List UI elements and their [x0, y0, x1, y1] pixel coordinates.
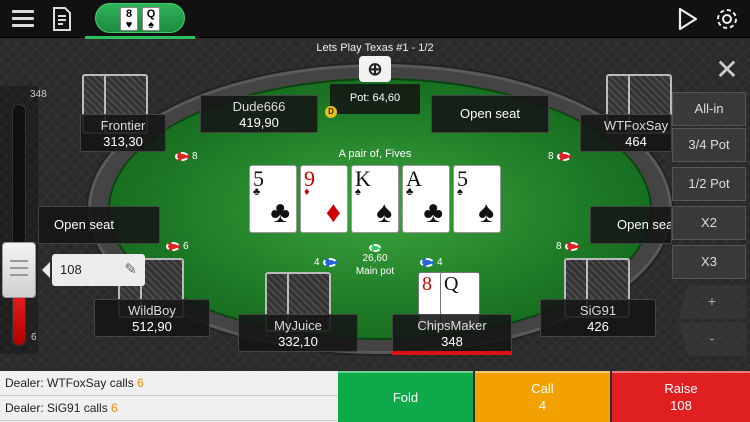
all-in-button[interactable]: All-in: [672, 92, 746, 126]
bet-chipsmaker: 4: [420, 257, 443, 268]
poker-app: 8 ♥ Q ♠ Lets Play Texas #1 - 1/2 ⊕ Pot: 64…: [0, 0, 750, 422]
call-amount: 4: [538, 398, 547, 413]
seat-dude666[interactable]: Dude666 419,90: [200, 95, 318, 133]
card-suit: ♦: [304, 186, 310, 198]
pot-display: Pot: 64,60: [330, 84, 420, 114]
hero-timer-bar: [392, 351, 512, 355]
gear-icon[interactable]: [714, 6, 740, 32]
player-stack: 512,90: [132, 319, 172, 334]
player-stack: 464: [625, 134, 647, 149]
main-pot: 26,60 Main pot: [340, 244, 410, 278]
seat-myjuice[interactable]: MyJuice 332,10: [238, 314, 358, 352]
card-suit: ♣: [406, 186, 414, 198]
fold-button[interactable]: Fold: [338, 371, 473, 422]
increase-bet-button[interactable]: +: [678, 285, 746, 319]
chip-icon: [564, 242, 579, 251]
bet-myjuice: 4: [314, 257, 337, 268]
main-pot-amount: 26,60: [362, 253, 388, 264]
player-name: Dude666: [232, 99, 286, 114]
player-name: SiG91: [579, 303, 617, 318]
player-name: WTFoxSay: [603, 118, 669, 133]
slider-min: 6: [31, 332, 37, 343]
board-card: K ♠ ♠: [351, 165, 399, 233]
call-button[interactable]: Call 4: [475, 371, 610, 422]
bet-frontier: 8: [175, 151, 198, 162]
bet-right: 8: [556, 241, 579, 252]
tab-card: Q ♠: [142, 7, 160, 31]
slider-max: 348: [30, 89, 47, 100]
seat-sig91[interactable]: SiG91 426: [540, 299, 656, 337]
table-tab[interactable]: 8 ♥ Q ♠: [95, 3, 185, 33]
board-card: 5 ♣ ♣: [249, 165, 297, 233]
player-name: MyJuice: [274, 318, 322, 333]
raise-amount-value: 108: [60, 262, 82, 277]
chip-icon: [556, 152, 571, 161]
open-seat-right[interactable]: Open seat: [590, 206, 672, 244]
card-suit: ♣: [423, 196, 443, 229]
three-quarter-pot-button[interactable]: 3/4 Pot: [672, 128, 746, 162]
bet-left: 6: [166, 241, 189, 252]
seat-chipsmaker[interactable]: ChipsMaker 348: [392, 314, 512, 352]
pot-chip-icon: [369, 244, 381, 252]
dealer-button: D: [325, 106, 337, 118]
player-name: Frontier: [100, 118, 146, 133]
log-line: Dealer: SiG91 calls 6: [0, 396, 338, 421]
tab-card: 8 ♥: [120, 7, 138, 31]
card-suit: ♠: [376, 196, 392, 229]
play-icon[interactable]: [674, 6, 700, 32]
player-name: WildBoy: [128, 303, 176, 318]
player-stack: 348: [441, 334, 463, 349]
card-suit: ♠: [355, 186, 361, 198]
tab-active-indicator: [85, 36, 195, 39]
bet-slider[interactable]: [12, 104, 26, 346]
player-name: ChipsMaker: [417, 318, 487, 333]
board-card: 9 ♦ ♦: [300, 165, 348, 233]
raise-label: Raise: [664, 381, 698, 396]
call-label: Call: [531, 381, 554, 396]
add-chips-icon[interactable]: ⊕: [359, 56, 391, 82]
raise-amount: 108: [670, 398, 692, 413]
pencil-icon[interactable]: ✎: [124, 260, 137, 278]
hamburger-menu-icon[interactable]: [10, 6, 36, 32]
x3-button[interactable]: X3: [672, 245, 746, 279]
log-line: Dealer: WTFoxSay calls 6: [0, 371, 338, 396]
card-suit: ♣: [270, 196, 290, 229]
chip-icon: [322, 258, 337, 267]
card-suit: ♠: [457, 186, 463, 198]
raise-amount-input[interactable]: 108 ✎: [42, 254, 145, 286]
board-card: 5 ♠ ♠: [453, 165, 501, 233]
decrease-bet-button[interactable]: -: [678, 322, 746, 356]
hand-history-icon[interactable]: [50, 6, 76, 32]
open-seat-left[interactable]: Open seat: [38, 206, 160, 244]
chip-icon: [166, 242, 180, 251]
chip-icon: [175, 152, 189, 161]
table-name: Lets Play Texas #1 - 1/2: [316, 42, 434, 54]
card-suit: ♣: [253, 186, 261, 198]
x2-button[interactable]: X2: [672, 206, 746, 240]
seat-wildboy[interactable]: WildBoy 512,90: [94, 299, 210, 337]
bet-wtfoxsay: 8: [548, 151, 571, 162]
close-icon[interactable]: ✕: [710, 56, 744, 86]
chip-icon: [420, 258, 434, 267]
player-stack: 419,90: [239, 115, 279, 130]
seat-frontier[interactable]: Frontier 313,30: [80, 114, 166, 152]
raise-button[interactable]: Raise 108: [612, 371, 750, 422]
half-pot-button[interactable]: 1/2 Pot: [672, 167, 746, 201]
seat-wtfoxsay[interactable]: WTFoxSay 464: [580, 114, 672, 152]
card-suit: ♦: [325, 196, 341, 229]
action-log: Dealer: WTFoxSay calls 6 Dealer: SiG91 c…: [0, 371, 338, 422]
card-suit: ♠: [478, 196, 494, 229]
top-bar: 8 ♥ Q ♠: [0, 0, 750, 39]
open-seat-top[interactable]: Open seat: [431, 95, 549, 133]
player-stack: 426: [587, 319, 609, 334]
player-stack: 313,30: [103, 134, 143, 149]
player-stack: 332,10: [278, 334, 318, 349]
board-card: A ♣ ♣: [402, 165, 450, 233]
slider-thumb[interactable]: [2, 242, 36, 298]
main-pot-label: Main pot: [355, 266, 395, 277]
